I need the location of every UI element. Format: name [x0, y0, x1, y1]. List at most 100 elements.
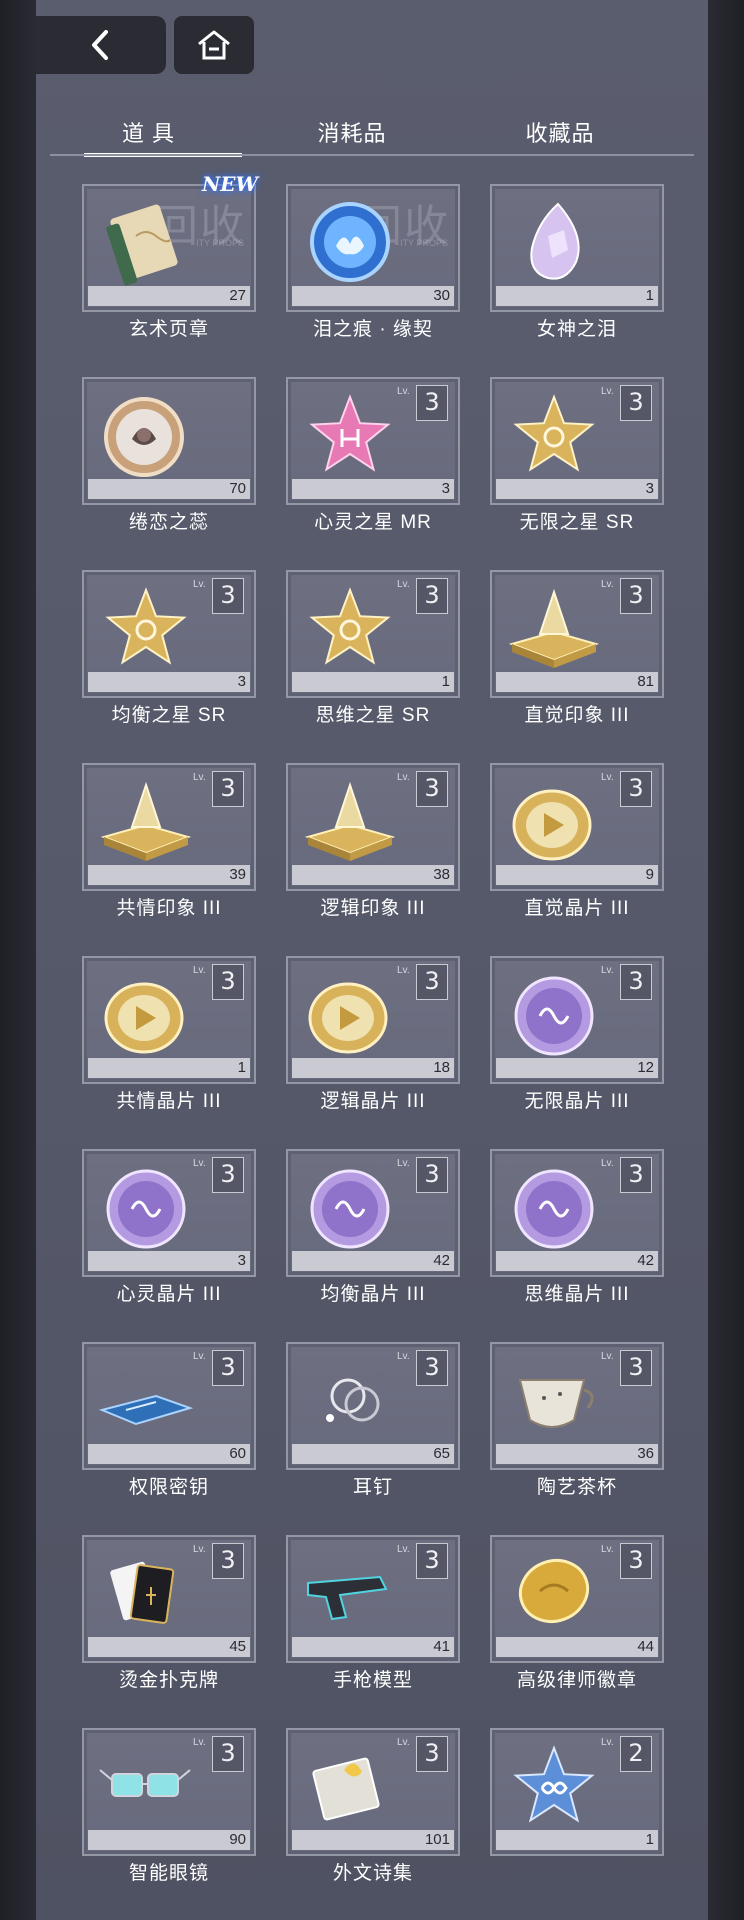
- item-count: 90: [88, 1830, 250, 1850]
- level-value: 3: [220, 1739, 236, 1767]
- level-badge: Lv. 3: [601, 1543, 652, 1579]
- item-slot[interactable]: 回收 ITY PROPS 27 NEW 玄术页章: [82, 172, 258, 356]
- item-slot[interactable]: Lv. 3 36 陶艺茶杯: [490, 1342, 664, 1514]
- item-slot[interactable]: Lv. 3 42 均衡晶片 III: [286, 1149, 460, 1321]
- tab-consumables[interactable]: 消耗品: [282, 116, 422, 148]
- level-value: 3: [220, 967, 236, 995]
- item-card: 回收 ITY PROPS 30: [286, 184, 460, 312]
- level-value: 3: [220, 1546, 236, 1574]
- item-name: 烫金扑克牌: [118, 1670, 219, 1691]
- item-slot[interactable]: Lv. 2 1: [490, 1728, 664, 1900]
- level-value: 3: [424, 581, 440, 609]
- item-slot[interactable]: Lv. 3 42 思维晶片 III: [490, 1149, 664, 1321]
- item-name: 共情晶片 III: [116, 1091, 222, 1112]
- item-slot[interactable]: Lv. 3 1 思维之星 SR: [286, 570, 460, 742]
- item-card: Lv. 3 81: [490, 570, 664, 698]
- item-count: 3: [496, 479, 658, 499]
- item-slot[interactable]: Lv. 3 3 心灵之星 MR: [286, 377, 460, 549]
- item-card: Lv. 3 18: [286, 956, 460, 1084]
- item-card: Lv. 3 65: [286, 1342, 460, 1470]
- level-prefix: Lv.: [397, 1544, 410, 1555]
- level-value: 3: [220, 1353, 236, 1381]
- level-value: 3: [424, 1546, 440, 1574]
- item-slot[interactable]: Lv. 3 18 逻辑晶片 III: [286, 956, 460, 1128]
- item-slot[interactable]: Lv. 3 41 手枪模型: [286, 1535, 460, 1707]
- item-name: 耳钉: [352, 1477, 393, 1498]
- item-slot[interactable]: Lv. 3 65 耳钉: [286, 1342, 460, 1514]
- level-value: 3: [424, 1160, 440, 1188]
- level-badge: Lv. 3: [601, 1157, 652, 1193]
- level-value: 3: [628, 1353, 644, 1381]
- background-left: [0, 0, 36, 1920]
- item-name: 均衡晶片 III: [320, 1284, 426, 1305]
- item-name: 权限密钥: [128, 1477, 209, 1498]
- item-name: 思维之星 SR: [315, 705, 431, 726]
- item-slot[interactable]: Lv. 3 3 无限之星 SR: [490, 377, 664, 549]
- item-count: 3: [88, 1251, 250, 1271]
- item-name: 女神之泪: [536, 319, 617, 340]
- item-slot[interactable]: Lv. 3 1 共情晶片 III: [82, 956, 256, 1128]
- level-badge: Lv. 3: [397, 1543, 448, 1579]
- home-button[interactable]: [174, 16, 254, 74]
- item-count: 12: [496, 1058, 658, 1078]
- item-count: 1: [292, 672, 454, 692]
- item-card: Lv. 3 3: [82, 1149, 256, 1277]
- level-value: 3: [424, 388, 440, 416]
- level-value: 3: [628, 967, 644, 995]
- item-slot[interactable]: Lv. 3 12 无限晶片 III: [490, 956, 664, 1128]
- tab-collectibles[interactable]: 收藏品: [490, 116, 630, 148]
- item-card: Lv. 3 101: [286, 1728, 460, 1856]
- item-count: 81: [496, 672, 658, 692]
- back-button[interactable]: [36, 16, 166, 74]
- item-slot[interactable]: Lv. 3 81 直觉印象 III: [490, 570, 664, 742]
- earring-icon: [326, 1378, 380, 1422]
- item-slot[interactable]: Lv. 3 9 直觉晶片 III: [490, 763, 664, 935]
- chevron-left-icon: [92, 30, 108, 60]
- level-badge: Lv. 3: [397, 1350, 448, 1386]
- item-slot[interactable]: Lv. 3 101 外文诗集: [286, 1728, 460, 1900]
- level-prefix: Lv.: [601, 386, 614, 397]
- item-card: 回收 ITY PROPS 27: [82, 184, 256, 312]
- item-count: 18: [292, 1058, 454, 1078]
- item-slot[interactable]: Lv. 3 39 共情印象 III: [82, 763, 256, 935]
- level-badge: Lv. 3: [193, 1157, 244, 1193]
- item-name: 智能眼镜: [128, 1863, 209, 1884]
- item-name: 泪之痕 · 缘契: [313, 319, 433, 340]
- item-slot[interactable]: Lv. 3 3 心灵晶片 III: [82, 1149, 256, 1321]
- blue-medal-icon: [310, 202, 390, 282]
- gold-chip-icon: [104, 982, 184, 1054]
- rose-coin-icon: [104, 397, 184, 477]
- tab-props[interactable]: 道具: [82, 116, 222, 148]
- book-icon: [106, 204, 178, 286]
- level-prefix: Lv.: [397, 772, 410, 783]
- item-slot[interactable]: Lv. 3 45 烫金扑克牌: [82, 1535, 256, 1707]
- item-slot[interactable]: Lv. 3 44 高级律师徽章: [490, 1535, 664, 1707]
- home-icon: [198, 30, 230, 60]
- item-count: 38: [292, 865, 454, 885]
- new-badge: NEW: [202, 172, 258, 196]
- level-badge: Lv. 3: [193, 771, 244, 807]
- item-slot[interactable]: Lv. 3 60 权限密钥: [82, 1342, 256, 1514]
- category-tabs: 道具 消耗品 收藏品: [50, 112, 694, 157]
- item-slot[interactable]: 回收 ITY PROPS 30 泪之痕 · 缘契: [286, 184, 460, 356]
- level-prefix: Lv.: [397, 386, 410, 397]
- item-name: 思维晶片 III: [524, 1284, 630, 1305]
- item-card: Lv. 3 38: [286, 763, 460, 891]
- item-name: 共情印象 III: [116, 898, 222, 919]
- item-count: 60: [88, 1444, 250, 1464]
- item-card: Lv. 3 90: [82, 1728, 256, 1856]
- item-slot[interactable]: Lv. 3 90 智能眼镜: [82, 1728, 256, 1900]
- tabs-divider: [50, 154, 694, 156]
- item-slot[interactable]: 70 绻恋之蕊: [82, 377, 256, 549]
- item-slot[interactable]: 1 女神之泪: [490, 184, 664, 356]
- item-slot[interactable]: Lv. 3 3 均衡之星 SR: [82, 570, 256, 742]
- item-count: 41: [292, 1637, 454, 1657]
- level-value: 3: [424, 1353, 440, 1381]
- item-name: 玄术页章: [128, 319, 209, 340]
- item-count: 1: [496, 286, 658, 306]
- item-count: 42: [292, 1251, 454, 1271]
- item-slot[interactable]: Lv. 3 38 逻辑印象 III: [286, 763, 460, 935]
- level-value: 3: [424, 967, 440, 995]
- level-badge: Lv. 3: [193, 1736, 244, 1772]
- item-count: 36: [496, 1444, 658, 1464]
